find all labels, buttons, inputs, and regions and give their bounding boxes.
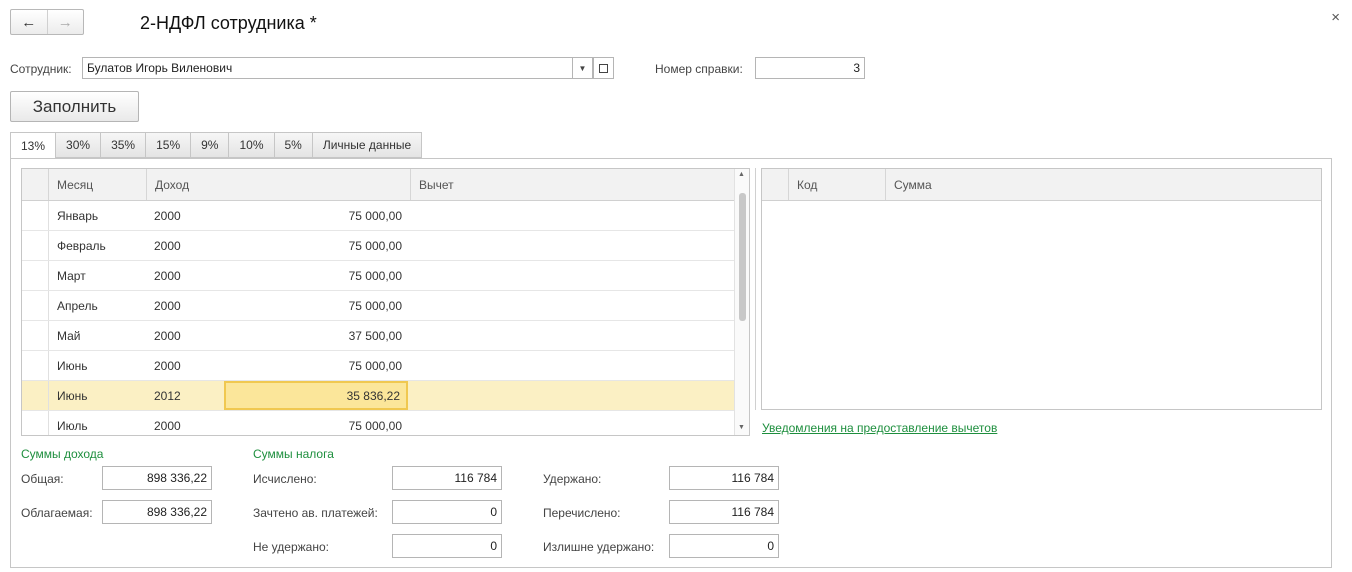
dropdown-button[interactable]: ▼	[572, 57, 593, 79]
month-cell: Май	[57, 328, 81, 343]
forward-button[interactable]: →	[46, 10, 84, 34]
withheld-field[interactable]: 116 784	[669, 466, 779, 490]
transferred-label: Перечислено:	[543, 506, 621, 520]
table-row[interactable]: Июнь 2000 75 000,00	[22, 351, 749, 381]
fill-button[interactable]: Заполнить	[10, 91, 139, 122]
table-row[interactable]: Февраль 2000 75 000,00	[22, 231, 749, 261]
not-withheld-label: Не удержано:	[253, 540, 329, 554]
tab-personal-data[interactable]: Личные данные	[312, 132, 423, 158]
withheld-label: Удержано:	[543, 472, 602, 486]
employee-field[interactable]: Булатов Игорь Виленович	[82, 57, 573, 79]
window-title: 2-НДФЛ сотрудника *	[140, 13, 317, 33]
income-table: Месяц Доход Вычет Январь 2000 75 000,00 …	[21, 168, 750, 436]
history-nav: ← →	[10, 9, 84, 35]
arrow-left-icon: ←	[21, 13, 37, 31]
year-cell: 2000	[154, 268, 181, 283]
back-button[interactable]: ←	[11, 10, 47, 34]
calculated-label: Исчислено:	[253, 472, 317, 486]
total-income-label: Общая:	[21, 472, 64, 486]
not-withheld-field[interactable]: 0	[392, 534, 502, 558]
month-cell: Январь	[57, 208, 99, 223]
income-sums-title: Суммы дохода	[21, 447, 104, 461]
close-icon[interactable]: ×	[1331, 9, 1340, 26]
year-cell: 2000	[154, 208, 181, 223]
calculated-field[interactable]: 116 784	[392, 466, 502, 490]
column-header-code[interactable]: Код	[788, 169, 886, 200]
open-button[interactable]	[593, 57, 614, 79]
year-cell: 2000	[154, 238, 181, 253]
table-row[interactable]: Июль 2000 75 000,00	[22, 411, 749, 435]
year-cell: 2000	[154, 418, 181, 433]
tab-5[interactable]: 5%	[274, 132, 313, 158]
excess-withheld-label: Излишне удержано:	[543, 540, 655, 554]
column-header-sum[interactable]: Сумма	[885, 169, 1321, 200]
certificate-label: Номер справки:	[655, 62, 743, 76]
table-row[interactable]: Март 2000 75 000,00	[22, 261, 749, 291]
table-row[interactable]: Апрель 2000 75 000,00	[22, 291, 749, 321]
taxable-income-label: Облагаемая:	[21, 506, 93, 520]
year-cell: 2000	[154, 298, 181, 313]
tab-35[interactable]: 35%	[101, 132, 147, 158]
amount-cell: 75 000,00	[348, 268, 402, 283]
notifications-link[interactable]: Уведомления на предоставление вычетов	[762, 421, 997, 435]
table-header: Код Сумма	[762, 169, 1321, 201]
scroll-up-icon[interactable]: ▲	[738, 171, 745, 178]
month-cell: Март	[57, 268, 86, 283]
amount-cell: 75 000,00	[348, 358, 402, 373]
employee-label: Сотрудник:	[10, 62, 72, 76]
tab-30[interactable]: 30%	[56, 132, 102, 158]
vertical-scrollbar[interactable]: ▲ ▼	[734, 169, 749, 435]
year-cell: 2012	[154, 388, 181, 403]
open-window-icon	[599, 63, 608, 73]
deduction-table: Код Сумма	[761, 168, 1322, 410]
advance-payments-field[interactable]: 0	[392, 500, 502, 524]
month-cell: Июнь	[57, 388, 88, 403]
advance-payments-label: Зачтено ав. платежей:	[253, 506, 378, 520]
table-header: Месяц Доход Вычет	[22, 169, 749, 201]
amount-cell-active[interactable]: 35 836,22	[224, 381, 408, 410]
amount-cell: 37 500,00	[348, 328, 402, 343]
taxable-income-field[interactable]: 898 336,22	[102, 500, 212, 524]
amount-cell: 75 000,00	[348, 418, 402, 433]
tab-9[interactable]: 9%	[191, 132, 230, 158]
scroll-thumb[interactable]	[739, 193, 746, 321]
splitter[interactable]	[755, 168, 756, 410]
table-row[interactable]: Май 2000 37 500,00	[22, 321, 749, 351]
month-cell: Апрель	[57, 298, 98, 313]
rate-tabs: 13% 30% 35% 15% 9% 10% 5% Личные данные	[10, 132, 423, 159]
tax-sums-title: Суммы налога	[253, 447, 334, 461]
amount-cell: 75 000,00	[348, 208, 402, 223]
transferred-field[interactable]: 116 784	[669, 500, 779, 524]
column-header-deduction[interactable]: Вычет	[410, 169, 736, 200]
column-header-month[interactable]: Месяц	[48, 169, 148, 200]
table-body: Январь 2000 75 000,00 Февраль 2000 75 00…	[22, 201, 749, 435]
scroll-down-icon[interactable]: ▼	[738, 424, 745, 431]
total-income-field[interactable]: 898 336,22	[102, 466, 212, 490]
amount-cell: 75 000,00	[348, 298, 402, 313]
amount-cell: 75 000,00	[348, 238, 402, 253]
month-cell: Июль	[57, 418, 88, 433]
month-cell: Июнь	[57, 358, 88, 373]
month-cell: Февраль	[57, 238, 106, 253]
chevron-down-icon: ▼	[578, 63, 587, 73]
year-cell: 2000	[154, 328, 181, 343]
year-cell: 2000	[154, 358, 181, 373]
table-row[interactable]: Январь 2000 75 000,00	[22, 201, 749, 231]
tab-15[interactable]: 15%	[146, 132, 192, 158]
column-header-income[interactable]: Доход	[146, 169, 410, 200]
certificate-number-field[interactable]: 3	[755, 57, 865, 79]
excess-withheld-field[interactable]: 0	[669, 534, 779, 558]
tab-13[interactable]: 13%	[10, 132, 57, 159]
table-row-selected[interactable]: Июнь 2012 35 836,22	[22, 381, 749, 411]
arrow-right-icon: →	[57, 13, 73, 31]
tab-10[interactable]: 10%	[229, 132, 275, 158]
